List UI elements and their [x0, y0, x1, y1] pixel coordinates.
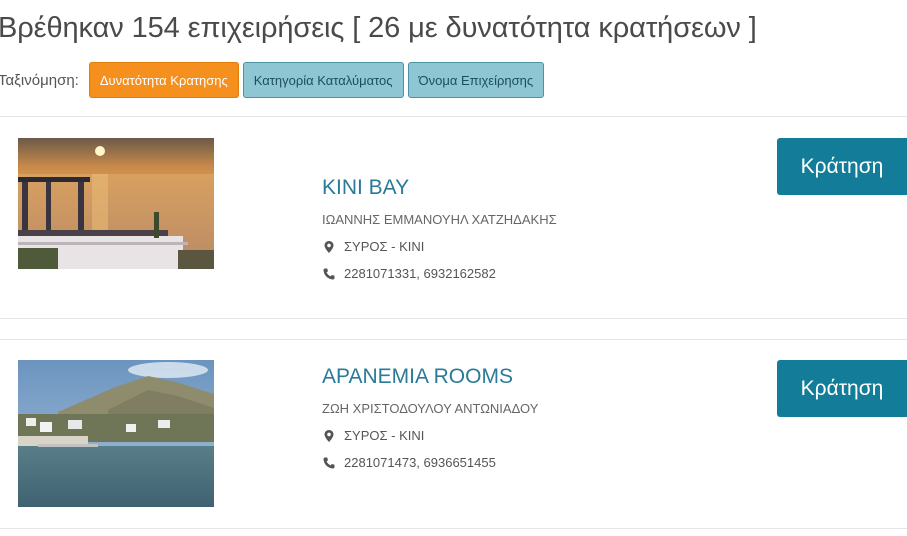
listing-item: APANEMIA ROOMS ΖΩΗ ΧΡΙΣΤΟΔΟΥΛΟΥ ΑΝΤΩΝΙΑΔ… [0, 340, 907, 528]
listing-photo[interactable] [18, 138, 214, 269]
sort-label: Ταξινόμηση: [0, 71, 79, 89]
results-count-heading: Βρέθηκαν 154 επιχειρήσεις [ 26 με δυνατό… [0, 12, 757, 44]
owner-name: ΙΩΑΝΝΗΣ ΕΜΜΑΝΟΥΗΛ ΧΑΤΖΗΔΑΚΗΣ [322, 212, 557, 227]
phone-numbers: 2281071331, 6932162582 [344, 266, 496, 281]
location-text: ΣΥΡΟΣ - ΚΙΝΙ [344, 239, 425, 254]
business-name-link[interactable]: APANEMIA ROOMS [322, 365, 538, 389]
sunset-terrace-image [18, 138, 214, 269]
map-marker-icon [324, 429, 334, 442]
phone-icon [323, 457, 335, 468]
phone-row: 2281071473, 6936651455 [322, 455, 538, 470]
map-marker-icon [324, 240, 334, 253]
divider [0, 318, 907, 319]
search-results-page: Βρέθηκαν 154 επιχειρήσεις [ 26 με δυνατό… [0, 0, 907, 536]
listing-info: APANEMIA ROOMS ΖΩΗ ΧΡΙΣΤΟΔΟΥΛΟΥ ΑΝΤΩΝΙΑΔ… [322, 365, 538, 482]
listing-info: KINI BAY ΙΩΑΝΝΗΣ ΕΜΜΑΝΟΥΗΛ ΧΑΤΖΗΔΑΚΗΣ ΣΥ… [322, 176, 557, 293]
divider [0, 528, 907, 529]
book-button[interactable]: Κράτηση [777, 138, 907, 195]
location-row: ΣΥΡΟΣ - ΚΙΝΙ [322, 428, 538, 443]
sort-by-name-button[interactable]: Όνομα Επιχείρησης [407, 62, 545, 98]
phone-numbers: 2281071473, 6936651455 [344, 455, 496, 470]
listing-item: KINI BAY ΙΩΑΝΝΗΣ ΕΜΜΑΝΟΥΗΛ ΧΑΤΖΗΔΑΚΗΣ ΣΥ… [0, 117, 907, 318]
location-row: ΣΥΡΟΣ - ΚΙΝΙ [322, 239, 557, 254]
business-name-link[interactable]: KINI BAY [322, 176, 557, 200]
sort-by-booking-button[interactable]: Δυνατότητα Κρατησης [88, 62, 239, 98]
phone-row: 2281071331, 6932162582 [322, 266, 557, 281]
location-text: ΣΥΡΟΣ - ΚΙΝΙ [344, 428, 425, 443]
sort-by-category-button[interactable]: Κατηγορία Καταλύματος [242, 62, 404, 98]
sort-bar: Ταξινόμηση: Δυνατότητα Κρατησης Κατηγορί… [0, 62, 548, 98]
harbor-view-image [18, 360, 214, 507]
listing-photo[interactable] [18, 360, 214, 507]
phone-icon [323, 268, 335, 279]
book-button[interactable]: Κράτηση [777, 360, 907, 417]
owner-name: ΖΩΗ ΧΡΙΣΤΟΔΟΥΛΟΥ ΑΝΤΩΝΙΑΔΟΥ [322, 401, 539, 416]
